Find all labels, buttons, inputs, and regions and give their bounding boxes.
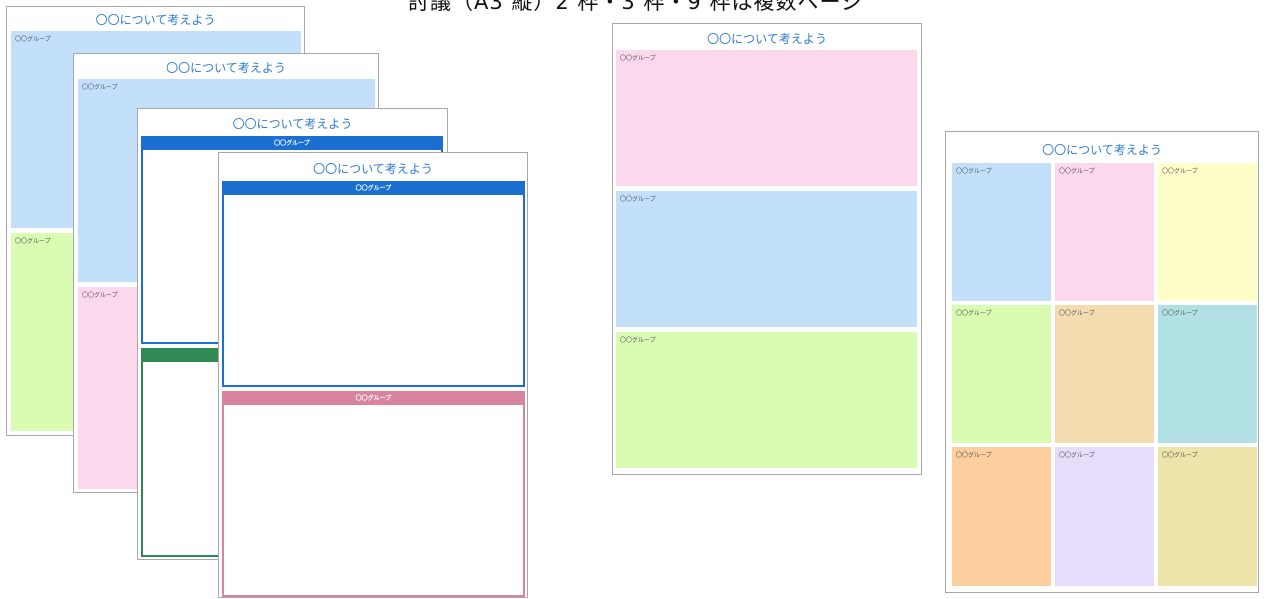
group-label: 〇〇グループ — [15, 238, 51, 245]
group-zone: 〇〇グループ — [952, 447, 1051, 586]
group-label: 〇〇グループ — [1162, 168, 1198, 175]
group-label: 〇〇グループ — [1162, 452, 1198, 459]
group-zone: 〇〇グループ — [616, 191, 917, 327]
group-label: 〇〇グループ — [956, 452, 992, 459]
group-zone: 〇〇グループ — [1055, 305, 1154, 443]
group-label: 〇〇グループ — [1059, 452, 1095, 459]
group-zone: 〇〇グループ — [616, 332, 917, 468]
group-zone: 〇〇グループ — [952, 305, 1051, 443]
group-label: 〇〇グループ — [620, 337, 656, 344]
group-zone: 〇〇グループ — [1055, 447, 1154, 586]
group-label: 〇〇グループ — [82, 84, 118, 91]
group-panel-header: 〇〇グループ — [224, 183, 523, 195]
sheet-title: 〇〇について考えよう — [166, 61, 286, 75]
group-label: 〇〇グループ — [620, 196, 656, 203]
group-label: 〇〇グループ — [82, 292, 118, 299]
sheet-title: 〇〇について考えよう — [707, 32, 827, 46]
group-zone: 〇〇グループ — [616, 50, 917, 186]
group-panel: 〇〇グループ — [222, 391, 525, 597]
sheet-two-panel-blue-pink: 〇〇について考えよう 〇〇グループ 〇〇グループ — [218, 152, 528, 598]
group-label: 〇〇グループ — [956, 168, 992, 175]
group-label: 〇〇グループ — [15, 36, 51, 43]
group-label: 〇〇グループ — [1059, 168, 1095, 175]
group-zone: 〇〇グループ — [1158, 447, 1257, 586]
group-label: 〇〇グループ — [1162, 310, 1198, 317]
sheet-three-zone: 〇〇について考えよう 〇〇グループ 〇〇グループ 〇〇グループ — [612, 23, 922, 475]
sheet-title: 〇〇について考えよう — [232, 117, 353, 131]
group-label: 〇〇グループ — [956, 310, 992, 317]
sheet-title: 〇〇について考えよう — [95, 13, 216, 27]
group-label: 〇〇グループ — [1059, 310, 1095, 317]
group-panel-header: 〇〇グループ — [143, 138, 441, 150]
group-zone: 〇〇グループ — [952, 163, 1051, 301]
group-panel-header: 〇〇グループ — [224, 393, 523, 405]
group-panel: 〇〇グループ — [222, 181, 525, 387]
group-label: 〇〇グループ — [620, 55, 656, 62]
sheet-title: 〇〇について考えよう — [1042, 143, 1162, 157]
group-zone: 〇〇グループ — [1158, 163, 1257, 301]
group-zone: 〇〇グループ — [1158, 305, 1257, 443]
sheet-nine-zone: 〇〇について考えよう 〇〇グループ 〇〇グループ 〇〇グループ 〇〇グループ 〇… — [945, 131, 1259, 593]
sheet-title: 〇〇について考えよう — [313, 162, 433, 176]
group-zone: 〇〇グループ — [1055, 163, 1154, 301]
